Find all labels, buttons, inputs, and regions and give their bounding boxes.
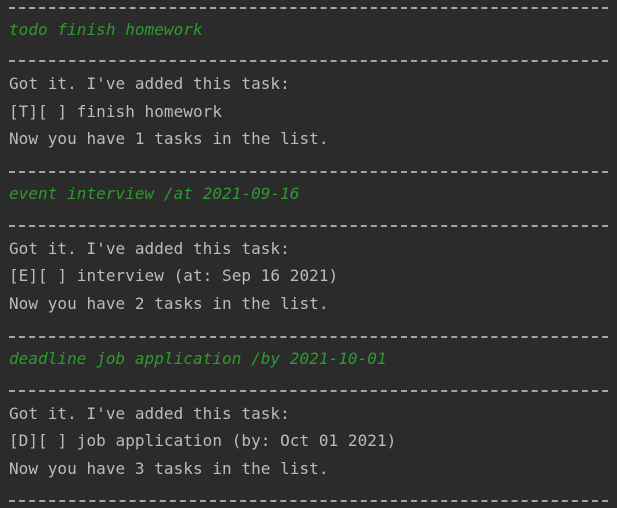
user-command: deadline job application /by 2021-10-01 (9, 349, 387, 368)
separator-line (9, 500, 608, 504)
task-entry: [D][ ] job application (by: Oct 01 2021) (9, 431, 397, 450)
separator-line (9, 336, 608, 340)
ack-message: Got it. I've added this task: (9, 239, 290, 258)
separator-line (9, 171, 608, 175)
separator-line (9, 390, 608, 394)
console-output[interactable]: todo finish homework Got it. I've added … (0, 0, 617, 508)
separator-line (9, 60, 608, 64)
task-count-message: Now you have 3 tasks in the list. (9, 459, 329, 478)
task-entry: [E][ ] interview (at: Sep 16 2021) (9, 266, 339, 285)
ack-message: Got it. I've added this task: (9, 74, 290, 93)
separator-line (9, 225, 608, 229)
ack-message: Got it. I've added this task: (9, 404, 290, 423)
separator-line (9, 7, 608, 11)
task-count-message: Now you have 1 tasks in the list. (9, 129, 329, 148)
user-command: todo finish homework (9, 20, 203, 39)
task-count-message: Now you have 2 tasks in the list. (9, 294, 329, 313)
task-entry: [T][ ] finish homework (9, 102, 223, 121)
user-command: event interview /at 2021-09-16 (9, 184, 300, 203)
